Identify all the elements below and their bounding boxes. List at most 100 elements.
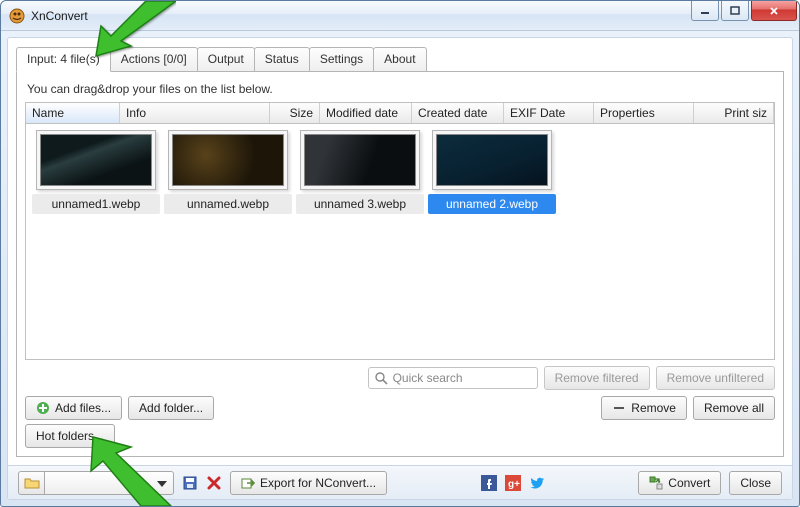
window-title: XnConvert [31, 9, 689, 23]
list-header[interactable]: Name Info Size Modified date Created dat… [25, 102, 775, 124]
hot-folders-button[interactable]: Hot folders... [25, 424, 115, 448]
search-row: Quick search Remove filtered Remove unfi… [25, 366, 775, 390]
col-name-label: Name [32, 106, 64, 120]
remove-all-label: Remove all [704, 401, 764, 415]
file-item[interactable]: unnamed.webp [164, 130, 292, 214]
open-preset-button[interactable] [18, 471, 44, 495]
file-item[interactable]: unnamed 2.webp [428, 130, 556, 214]
close-icon [768, 6, 780, 16]
googleplus-icon[interactable]: g+ [505, 475, 521, 491]
export-icon [241, 476, 255, 490]
app-window: XnConvert Input: 4 file(s) Actions [0/0]… [0, 0, 800, 507]
col-cdate-label: Created date [418, 106, 487, 120]
remove-filtered-button[interactable]: Remove filtered [544, 366, 650, 390]
col-exif-label: EXIF Date [510, 106, 565, 120]
col-exif[interactable]: EXIF Date [504, 103, 594, 123]
tab-panel-input: You can drag&drop your files on the list… [16, 71, 784, 457]
search-placeholder: Quick search [393, 371, 463, 385]
col-info-label: Info [126, 106, 146, 120]
window-buttons [689, 1, 797, 21]
col-name[interactable]: Name [26, 103, 120, 123]
hot-folders-row: Hot folders... [25, 424, 775, 448]
thumbnail-image [40, 134, 152, 186]
chevron-down-icon [157, 476, 167, 490]
tab-about[interactable]: About [373, 47, 426, 72]
titlebar[interactable]: XnConvert [1, 1, 799, 31]
minimize-icon [699, 6, 711, 16]
add-files-button[interactable]: Add files... [25, 396, 122, 420]
export-label: Export for NConvert... [260, 476, 376, 490]
tab-settings[interactable]: Settings [309, 47, 374, 72]
export-nconvert-button[interactable]: Export for NConvert... [230, 471, 387, 495]
col-created[interactable]: Created date [412, 103, 504, 123]
remove-button[interactable]: Remove [601, 396, 687, 420]
preset-combo [18, 471, 174, 495]
col-mdate-label: Modified date [326, 106, 398, 120]
file-label: unnamed1.webp [32, 194, 160, 214]
tab-status-label: Status [265, 52, 299, 66]
col-prop-label: Properties [600, 106, 655, 120]
plus-icon [36, 401, 50, 415]
minimize-button[interactable] [691, 1, 719, 21]
thumbnail-image [436, 134, 548, 186]
search-icon [375, 372, 388, 385]
col-print-label: Print siz [724, 106, 767, 120]
col-info[interactable]: Info [120, 103, 270, 123]
twitter-icon[interactable] [529, 475, 545, 491]
add-remove-row: Add files... Add folder... Remove Remove… [25, 396, 775, 420]
tab-status[interactable]: Status [254, 47, 310, 72]
tab-actions-label: Actions [0/0] [121, 52, 187, 66]
tabs-row: Input: 4 file(s) Actions [0/0] Output St… [8, 38, 792, 71]
maximize-button[interactable] [721, 1, 749, 21]
footer-bar: Export for NConvert... g+ Convert Close [8, 465, 792, 499]
thumbnail-image [172, 134, 284, 186]
col-printsize[interactable]: Print siz [694, 103, 774, 123]
file-label: unnamed 2.webp [428, 194, 556, 214]
tab-settings-label: Settings [320, 52, 363, 66]
delete-preset-button[interactable] [206, 475, 222, 491]
file-label: unnamed 3.webp [296, 194, 424, 214]
drag-hint: You can drag&drop your files on the list… [27, 82, 775, 96]
add-folder-label: Add folder... [139, 401, 203, 415]
hot-folders-label: Hot folders... [36, 429, 104, 443]
file-item[interactable]: unnamed 3.webp [296, 130, 424, 214]
remove-all-button[interactable]: Remove all [693, 396, 775, 420]
client-area: Input: 4 file(s) Actions [0/0] Output St… [7, 37, 793, 500]
thumbnail-row: unnamed1.webp unnamed.webp unnamed 3.web… [26, 124, 774, 216]
thumbnail [36, 130, 156, 190]
close-label: Close [740, 476, 771, 490]
file-label: unnamed.webp [164, 194, 292, 214]
facebook-icon[interactable] [481, 475, 497, 491]
col-size[interactable]: Size [270, 103, 320, 123]
add-files-label: Add files... [55, 401, 111, 415]
col-size-label: Size [290, 106, 313, 120]
file-list[interactable]: unnamed1.webp unnamed.webp unnamed 3.web… [25, 124, 775, 360]
remove-unfiltered-label: Remove unfiltered [667, 371, 764, 385]
tab-output[interactable]: Output [197, 47, 255, 72]
tab-input[interactable]: Input: 4 file(s) [16, 47, 111, 72]
thumbnail [168, 130, 288, 190]
remove-unfiltered-button[interactable]: Remove unfiltered [656, 366, 775, 390]
remove-filtered-label: Remove filtered [555, 371, 639, 385]
file-item[interactable]: unnamed1.webp [32, 130, 160, 214]
col-properties[interactable]: Properties [594, 103, 694, 123]
maximize-icon [729, 6, 741, 16]
quick-search-input[interactable]: Quick search [368, 367, 538, 389]
add-folder-button[interactable]: Add folder... [128, 396, 214, 420]
minus-icon [612, 401, 626, 415]
close-window-button[interactable] [751, 1, 797, 21]
close-button[interactable]: Close [729, 471, 782, 495]
remove-label: Remove [631, 401, 676, 415]
preset-dropdown[interactable] [44, 471, 174, 495]
folder-open-icon [24, 475, 40, 491]
convert-button[interactable]: Convert [638, 471, 721, 495]
tab-about-label: About [384, 52, 415, 66]
tab-input-label: Input: 4 file(s) [27, 52, 100, 66]
convert-label: Convert [668, 476, 710, 490]
tab-output-label: Output [208, 52, 244, 66]
thumbnail [300, 130, 420, 190]
col-modified[interactable]: Modified date [320, 103, 412, 123]
save-preset-button[interactable] [182, 475, 198, 491]
convert-icon [649, 476, 663, 490]
tab-actions[interactable]: Actions [0/0] [110, 47, 198, 72]
